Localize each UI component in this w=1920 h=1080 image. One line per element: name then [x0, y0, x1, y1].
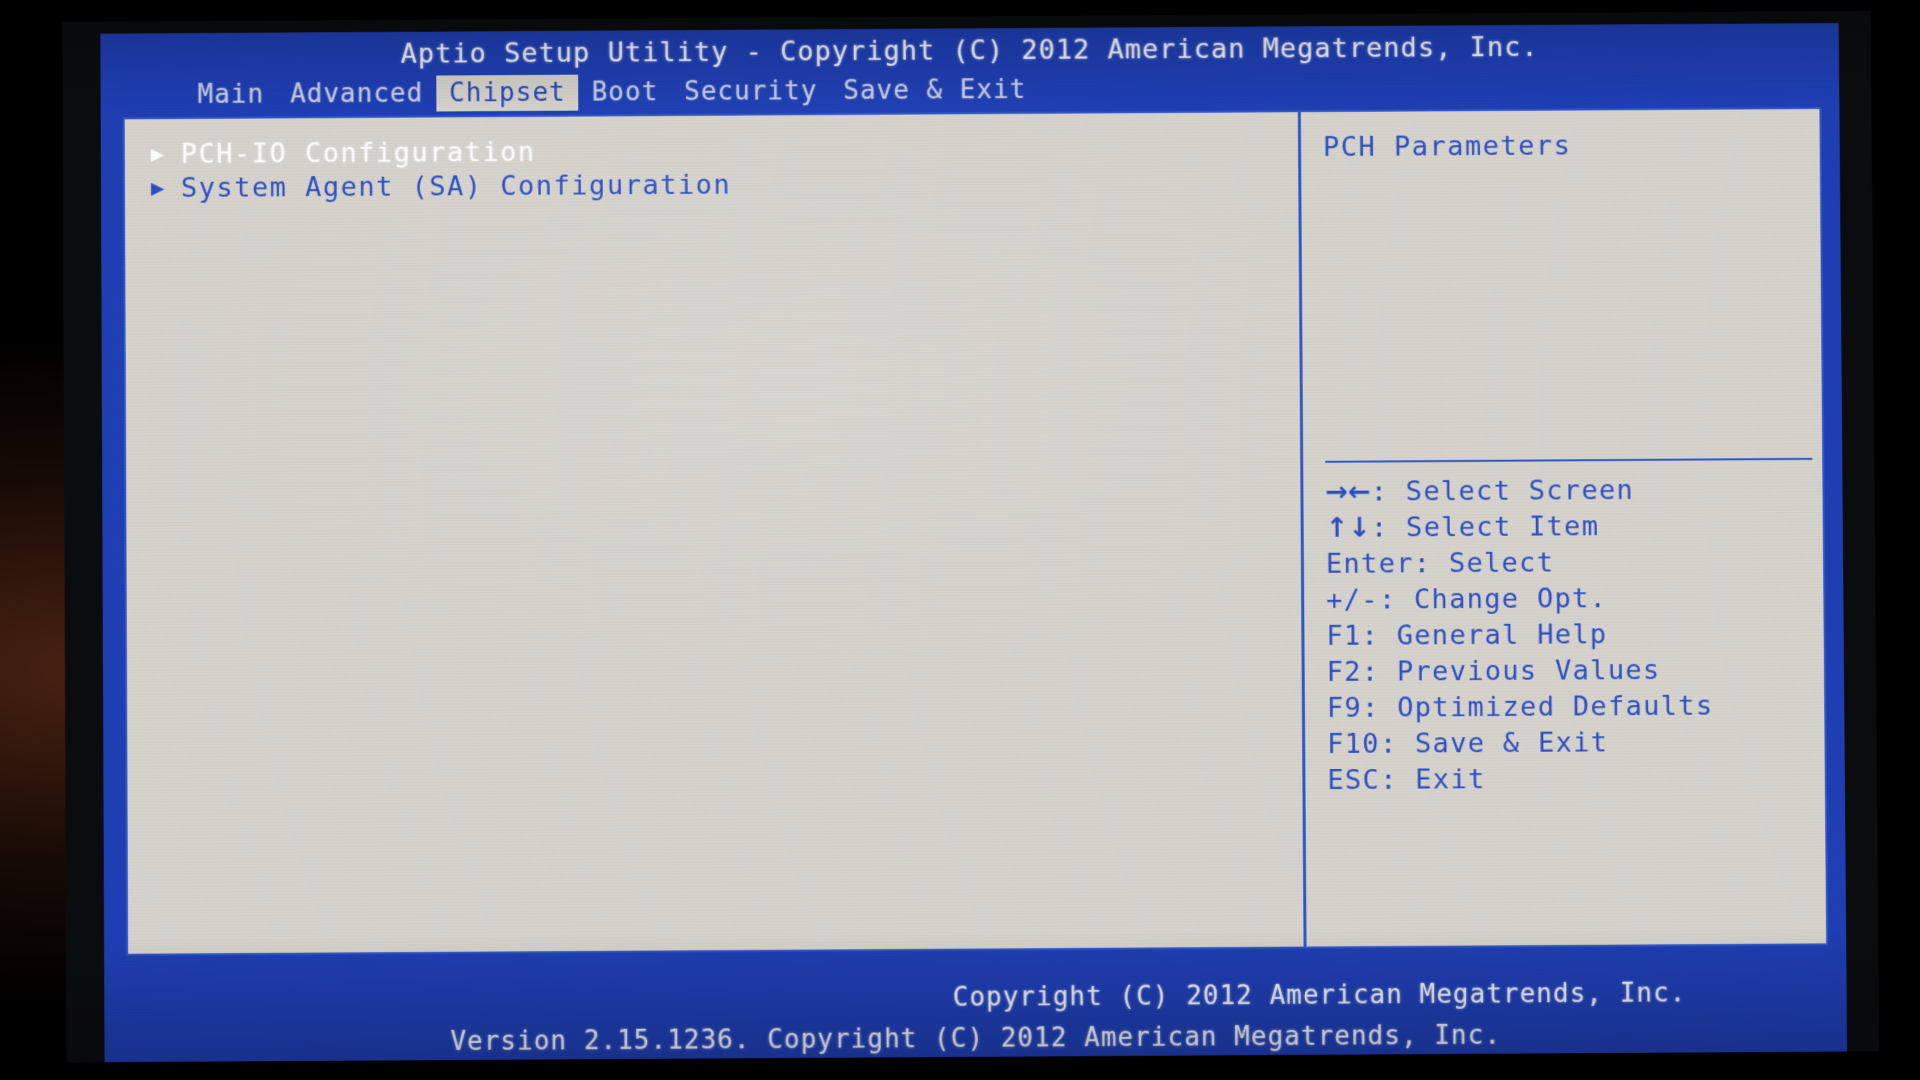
- key-legend-previous-values: F2: Previous Values: [1326, 654, 1825, 695]
- key-legend-label: Enter: Select: [1325, 547, 1555, 580]
- key-legend-label: F10: Save & Exit: [1327, 727, 1609, 761]
- tab-save-and-exit[interactable]: Save & Exit: [830, 72, 1039, 109]
- tab-save-and-exit-label: Save & Exit: [843, 74, 1027, 106]
- monitor-screen: Aptio Setup Utility - Copyright (C) 2012…: [62, 10, 1880, 1063]
- tab-chipset[interactable]: Chipset: [436, 74, 579, 112]
- key-legend-general-help: F1: General Help: [1326, 619, 1824, 659]
- tab-main[interactable]: Main: [184, 77, 277, 114]
- menu-item-label: PCH-IO Configuration: [180, 136, 536, 170]
- screen-keystone-wrapper: Aptio Setup Utility - Copyright (C) 2012…: [28, 3, 1907, 1071]
- submenu-arrow-icon: ▶: [150, 176, 166, 202]
- submenu-arrow-icon: ▶: [150, 142, 166, 168]
- left-right-arrow-icon: →←: [1325, 476, 1371, 508]
- help-pane: PCH Parameters →←: Select Screen ↑↓: Sel…: [1301, 109, 1826, 947]
- key-legend-exit: ESC: Exit: [1327, 764, 1825, 803]
- up-down-arrow-icon: ↑↓: [1325, 512, 1372, 544]
- help-description: PCH Parameters: [1322, 130, 1572, 163]
- help-divider: [1325, 457, 1813, 463]
- key-legend-label: ESC: Exit: [1327, 764, 1486, 797]
- key-legend-save-and-exit: F10: Save & Exit: [1327, 727, 1825, 767]
- key-legend-label: : Select Screen: [1370, 474, 1635, 508]
- key-legend-select-item: ↑↓: Select Item: [1325, 511, 1823, 551]
- tab-boot-label: Boot: [591, 77, 659, 108]
- key-legend-label: F2: Previous Values: [1326, 654, 1661, 688]
- tab-main-label: Main: [197, 79, 265, 110]
- menu-item-label: System Agent (SA) Configuration: [180, 169, 732, 204]
- key-legend-label: F1: General Help: [1326, 619, 1608, 652]
- tab-security[interactable]: Security: [671, 73, 830, 110]
- tab-advanced[interactable]: Advanced: [277, 76, 436, 113]
- key-legend-label: : Select Item: [1370, 511, 1600, 544]
- tab-chipset-label: Chipset: [449, 77, 566, 109]
- main-content-frame: ▶ PCH-IO Configuration ▶ System Agent (S…: [122, 107, 1829, 956]
- tab-security-label: Security: [684, 76, 818, 107]
- key-legend-list: →←: Select Screen ↑↓: Select Item Enter:…: [1325, 474, 1825, 803]
- menu-item-system-agent-sa-configuration[interactable]: ▶ System Agent (SA) Configuration: [151, 168, 1299, 209]
- bios-setup-screen: Aptio Setup Utility - Copyright (C) 2012…: [100, 23, 1848, 1063]
- key-legend-change-opt: +/-: Change Opt.: [1326, 583, 1823, 623]
- key-legend-label: F9: Optimized Defaults: [1326, 690, 1714, 724]
- key-legend-enter-select: Enter: Select: [1325, 547, 1823, 587]
- tab-boot[interactable]: Boot: [579, 74, 672, 111]
- photographed-monitor: Aptio Setup Utility - Copyright (C) 2012…: [0, 0, 1920, 1080]
- settings-list-pane: ▶ PCH-IO Configuration ▶ System Agent (S…: [124, 112, 1307, 954]
- key-legend-select-screen: →←: Select Screen: [1325, 474, 1822, 515]
- key-legend-optimized-defaults: F9: Optimized Defaults: [1326, 690, 1825, 731]
- tab-advanced-label: Advanced: [290, 78, 424, 110]
- key-legend-label: +/-: Change Opt.: [1326, 583, 1608, 616]
